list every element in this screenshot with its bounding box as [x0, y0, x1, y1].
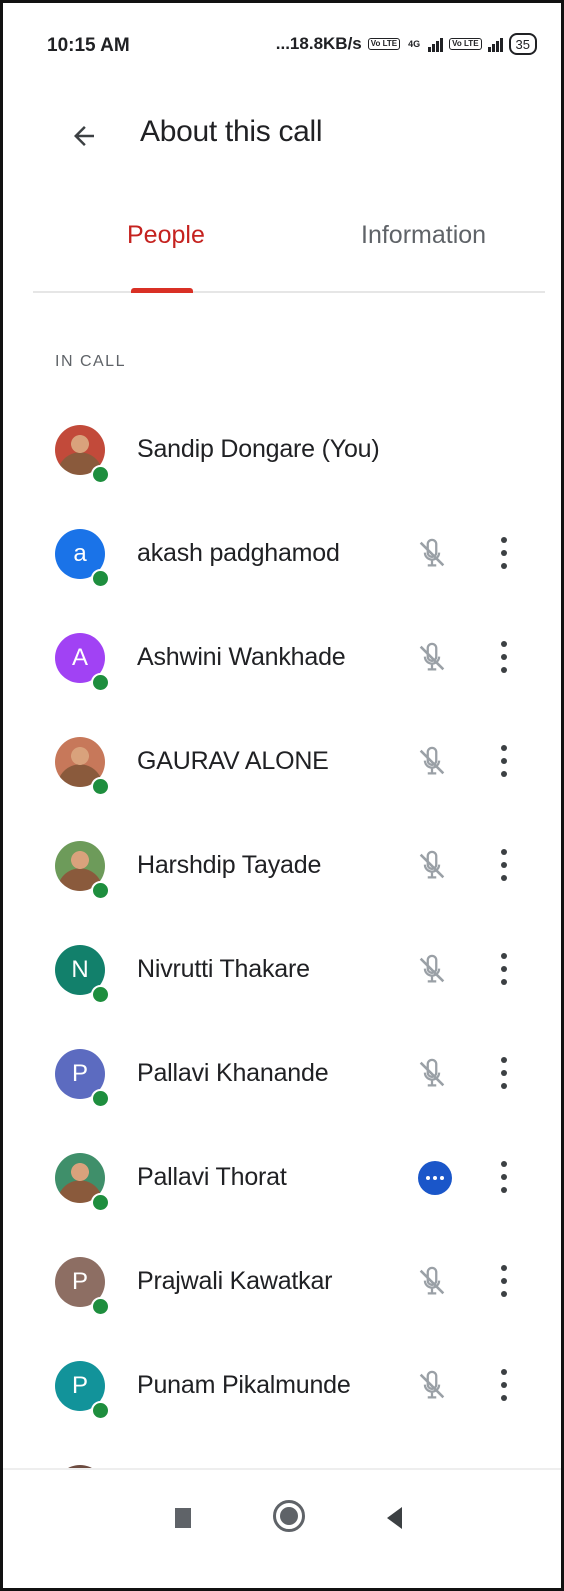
active-tab-indicator — [131, 288, 193, 293]
battery-icon: 35 — [508, 33, 537, 55]
participant-name: Pallavi Thorat — [137, 1163, 287, 1191]
speaking-indicator-icon — [418, 1161, 452, 1195]
avatar-initial: a — [73, 540, 87, 567]
participant-row[interactable]: Pallavi Thorat — [3, 1131, 561, 1235]
avatar-initial: N — [71, 956, 89, 983]
back-triangle-icon[interactable] — [387, 1507, 402, 1529]
page-title: About this call — [140, 115, 323, 148]
participant-row[interactable]: P Prajwali Kawatkar — [3, 1235, 561, 1339]
participant-name: Harshdip Tayade — [137, 851, 322, 879]
more-options-icon[interactable] — [489, 1261, 519, 1301]
presence-dot — [91, 465, 110, 484]
recent-apps-icon[interactable] — [175, 1508, 191, 1528]
presence-dot — [91, 673, 110, 692]
back-button[interactable] — [59, 111, 109, 161]
participant-name: Sandip Dongare (You) — [137, 435, 380, 463]
in-call-section-label: IN CALL — [55, 353, 126, 370]
app-header: About this call — [3, 101, 561, 171]
presence-dot — [91, 1297, 110, 1316]
arrow-left-icon — [74, 126, 94, 146]
signal-icon — [428, 36, 444, 52]
volte-chip-2: Vo LTE — [449, 38, 482, 50]
mic-off-icon[interactable] — [415, 1369, 449, 1403]
volte-chip-1: Vo LTE — [367, 38, 401, 50]
status-bar: 10:15 AM ...18.8KB/s Vo LTE 4G Vo LTE 35 — [3, 3, 561, 93]
participant-row[interactable]: GAURAV ALONE — [3, 715, 561, 819]
participant-row[interactable]: P Pallavi Khanande — [3, 1027, 561, 1131]
network-speed: ...18.8KB/s — [275, 34, 362, 53]
more-options-icon[interactable] — [489, 741, 519, 781]
participant-row[interactable]: a akash padghamod — [3, 507, 561, 611]
tab-people[interactable]: People — [127, 221, 205, 250]
mic-off-icon[interactable] — [415, 745, 449, 779]
more-options-icon[interactable] — [489, 1053, 519, 1093]
presence-dot — [91, 569, 110, 588]
participant-row[interactable]: Harshdip Tayade — [3, 819, 561, 923]
more-options-icon[interactable] — [489, 1365, 519, 1405]
mic-off-icon[interactable] — [415, 641, 449, 675]
more-options-icon[interactable] — [489, 533, 519, 573]
participant-name: akash padghamod — [137, 539, 340, 567]
4g-label: 4G — [408, 39, 421, 49]
participant-list: Sandip Dongare (You) a akash padghamod A Ash… — [3, 403, 561, 1468]
mic-off-icon[interactable] — [415, 1265, 449, 1299]
presence-dot — [91, 985, 110, 1004]
presence-dot — [91, 1401, 110, 1420]
participant-name: Prajwali Kawatkar — [137, 1267, 333, 1295]
participant-name: Punam Pikalmunde — [137, 1371, 351, 1399]
phone-screen: 10:15 AM ...18.8KB/s Vo LTE 4G Vo LTE 35… — [0, 0, 564, 1591]
signal-icon-2 — [487, 36, 503, 52]
participant-name: Nivrutti Thakare — [137, 955, 310, 983]
presence-dot — [91, 1089, 110, 1108]
avatar-initial: A — [71, 644, 88, 671]
tab-information[interactable]: Information — [361, 221, 486, 250]
tab-bar: People Information — [33, 203, 545, 293]
mic-off-icon[interactable] — [415, 1057, 449, 1091]
system-nav-bar — [3, 1468, 561, 1588]
presence-dot — [91, 881, 110, 900]
home-icon[interactable] — [273, 1500, 305, 1532]
participant-row[interactable]: N Nivrutti Thakare — [3, 923, 561, 1027]
presence-dot — [91, 777, 110, 796]
participant-name: GAURAV ALONE — [137, 747, 329, 775]
avatar-initial: P — [71, 1372, 88, 1399]
more-options-icon[interactable] — [489, 949, 519, 989]
avatar-initial: P — [71, 1060, 88, 1087]
mic-off-icon[interactable] — [415, 953, 449, 987]
participant-row[interactable] — [3, 1443, 561, 1468]
more-options-icon[interactable] — [489, 1157, 519, 1197]
avatar-initial: P — [71, 1268, 88, 1295]
more-options-icon[interactable] — [489, 637, 519, 677]
mic-off-icon[interactable] — [415, 537, 449, 571]
participant-name: Ashwini Wankhade — [137, 643, 346, 671]
status-time: 10:15 AM — [47, 35, 130, 56]
participant-row[interactable]: Sandip Dongare (You) — [3, 403, 561, 507]
participant-name: Pallavi Khanande — [137, 1059, 329, 1087]
presence-dot — [91, 1193, 110, 1212]
more-options-icon[interactable] — [489, 845, 519, 885]
participant-row[interactable]: P Punam Pikalmunde — [3, 1339, 561, 1443]
mic-off-icon[interactable] — [415, 849, 449, 883]
participant-row[interactable]: A Ashwini Wankhade — [3, 611, 561, 715]
status-indicators: ...18.8KB/s Vo LTE 4G Vo LTE 35 — [276, 33, 537, 55]
